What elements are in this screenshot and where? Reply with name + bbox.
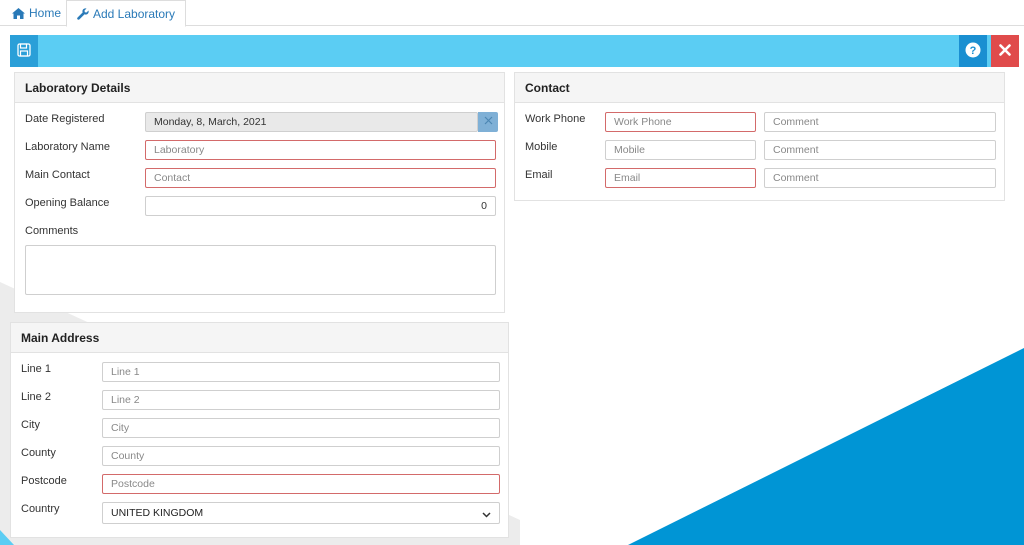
country-label: Country [21, 503, 60, 515]
home-icon [12, 7, 25, 19]
laboratory-name-input[interactable] [145, 140, 496, 160]
main-contact-label: Main Contact [25, 169, 90, 181]
city-input[interactable] [102, 418, 500, 438]
date-picker-button[interactable] [478, 112, 498, 132]
tab-home-label: Home [29, 6, 62, 20]
email-comment-input[interactable] [764, 168, 996, 188]
date-registered-label: Date Registered [25, 113, 105, 125]
county-label: County [21, 447, 56, 459]
contact-header: Contact [515, 73, 1004, 103]
mobile-label: Mobile [525, 141, 558, 153]
main-address-panel: Main Address Line 1 Line 2 City County P… [10, 322, 509, 538]
toolbar: ? [10, 35, 1019, 67]
work-phone-input[interactable] [605, 112, 756, 132]
line1-label: Line 1 [21, 363, 51, 375]
mobile-input[interactable] [605, 140, 756, 160]
tab-add-laboratory[interactable]: Add Laboratory [66, 0, 187, 27]
email-input[interactable] [605, 168, 756, 188]
calendar-icon [484, 116, 493, 128]
laboratory-details-header: Laboratory Details [15, 73, 504, 103]
comments-label: Comments [25, 225, 79, 237]
opening-balance-label: Opening Balance [25, 197, 110, 209]
line1-input[interactable] [102, 362, 500, 382]
help-button[interactable]: ? [959, 35, 987, 67]
main-contact-input[interactable] [145, 168, 496, 188]
country-select[interactable]: UNITED KINGDOM [102, 502, 500, 524]
date-registered-field[interactable] [145, 112, 478, 132]
postcode-label: Postcode [21, 475, 67, 487]
line2-input[interactable] [102, 390, 500, 410]
city-label: City [21, 419, 40, 431]
tab-home[interactable]: Home [2, 0, 71, 26]
contact-panel: Contact Work Phone Mobile Email [514, 72, 1005, 201]
postcode-input[interactable] [102, 474, 500, 494]
save-button[interactable] [10, 35, 38, 67]
tab-add-laboratory-label: Add Laboratory [93, 6, 176, 21]
close-button[interactable] [991, 35, 1019, 67]
country-select-value: UNITED KINGDOM [111, 507, 204, 519]
chevron-down-icon [482, 509, 491, 521]
email-label: Email [525, 169, 553, 181]
opening-balance-input[interactable] [145, 196, 496, 216]
close-icon [999, 43, 1011, 59]
question-circle-icon: ? [965, 42, 981, 61]
laboratory-details-panel: Laboratory Details Date Registered Labor… [14, 72, 505, 313]
county-input[interactable] [102, 446, 500, 466]
main-address-header: Main Address [11, 323, 508, 353]
save-icon [17, 42, 31, 60]
comments-textarea[interactable] [25, 245, 496, 295]
line2-label: Line 2 [21, 391, 51, 403]
svg-text:?: ? [970, 45, 977, 57]
mobile-comment-input[interactable] [764, 140, 996, 160]
laboratory-name-label: Laboratory Name [25, 141, 110, 153]
tab-bar: Home Add Laboratory [0, 0, 1024, 27]
work-phone-comment-input[interactable] [764, 112, 996, 132]
work-phone-label: Work Phone [525, 113, 586, 125]
wrench-icon [77, 7, 89, 20]
